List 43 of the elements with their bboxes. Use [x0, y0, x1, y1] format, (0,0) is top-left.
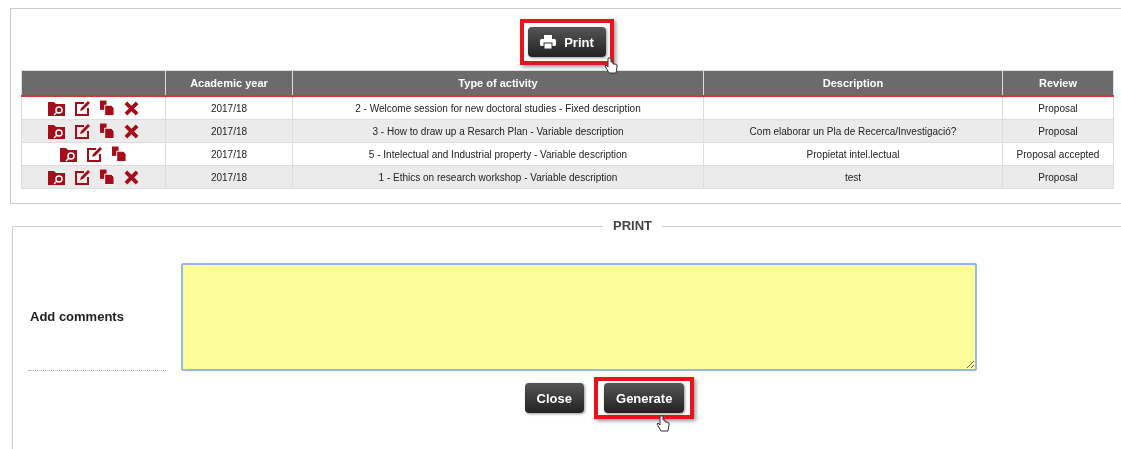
- table-cell: 5 - Intelectual and Industrial property - Variable description: [292, 142, 704, 166]
- delete-icon[interactable]: [124, 169, 139, 185]
- column-header: Type of activity: [292, 70, 704, 96]
- folder-search-icon[interactable]: [48, 123, 66, 139]
- folder-search-icon[interactable]: [48, 169, 66, 185]
- table-cell: 2017/18: [165, 96, 293, 120]
- hand-cursor-icon: [603, 57, 618, 75]
- copy-icon[interactable]: [100, 100, 115, 116]
- copy-icon[interactable]: [100, 169, 115, 185]
- print-button[interactable]: Print: [528, 27, 606, 57]
- table-cell: Proposal: [1002, 165, 1114, 189]
- table-cell: Proposal: [1002, 96, 1114, 120]
- edit-icon[interactable]: [87, 146, 103, 162]
- table-cell: 2017/18: [165, 142, 293, 166]
- table-cell: 3 - How to draw up a Resarch Plan - Variable description: [292, 119, 704, 143]
- dialog-button[interactable]: Generate: [604, 383, 685, 413]
- table-cell: Proposal accepted: [1002, 142, 1114, 166]
- table-cell: 2017/18: [165, 165, 293, 189]
- printer-icon: [540, 35, 557, 49]
- delete-icon[interactable]: [124, 123, 139, 139]
- edit-icon[interactable]: [75, 123, 91, 139]
- edit-icon[interactable]: [75, 100, 91, 116]
- table-cell: Propietat intel.lectual: [703, 142, 1003, 166]
- edit-icon[interactable]: [75, 169, 91, 185]
- table-cell: Com elaborar un Pla de Recerca/Investigació?: [703, 119, 1003, 143]
- table-cell: 1 - Ethics on research workshop - Variable description: [292, 165, 704, 189]
- copy-icon[interactable]: [112, 146, 127, 162]
- copy-icon[interactable]: [100, 123, 115, 139]
- column-header: Description: [703, 70, 1003, 96]
- column-header: Review: [1002, 70, 1114, 96]
- table-cell: 2 - Welcome session for new doctoral studies - Fixed description: [292, 96, 704, 120]
- field-label: Add comments: [28, 263, 166, 371]
- panel-legend: PRINT: [603, 218, 662, 233]
- folder-search-icon[interactable]: [48, 100, 66, 116]
- hand-cursor-icon: [656, 415, 671, 433]
- folder-search-icon[interactable]: [60, 146, 78, 162]
- table-cell: 2017/18: [165, 119, 293, 143]
- table-cell: Proposal: [1002, 119, 1114, 143]
- comments-field[interactable]: [181, 263, 977, 371]
- dialog-button[interactable]: Close: [524, 383, 584, 413]
- table-cell: test: [703, 165, 1003, 189]
- column-header: Academic year: [165, 70, 293, 96]
- delete-icon[interactable]: [124, 100, 139, 116]
